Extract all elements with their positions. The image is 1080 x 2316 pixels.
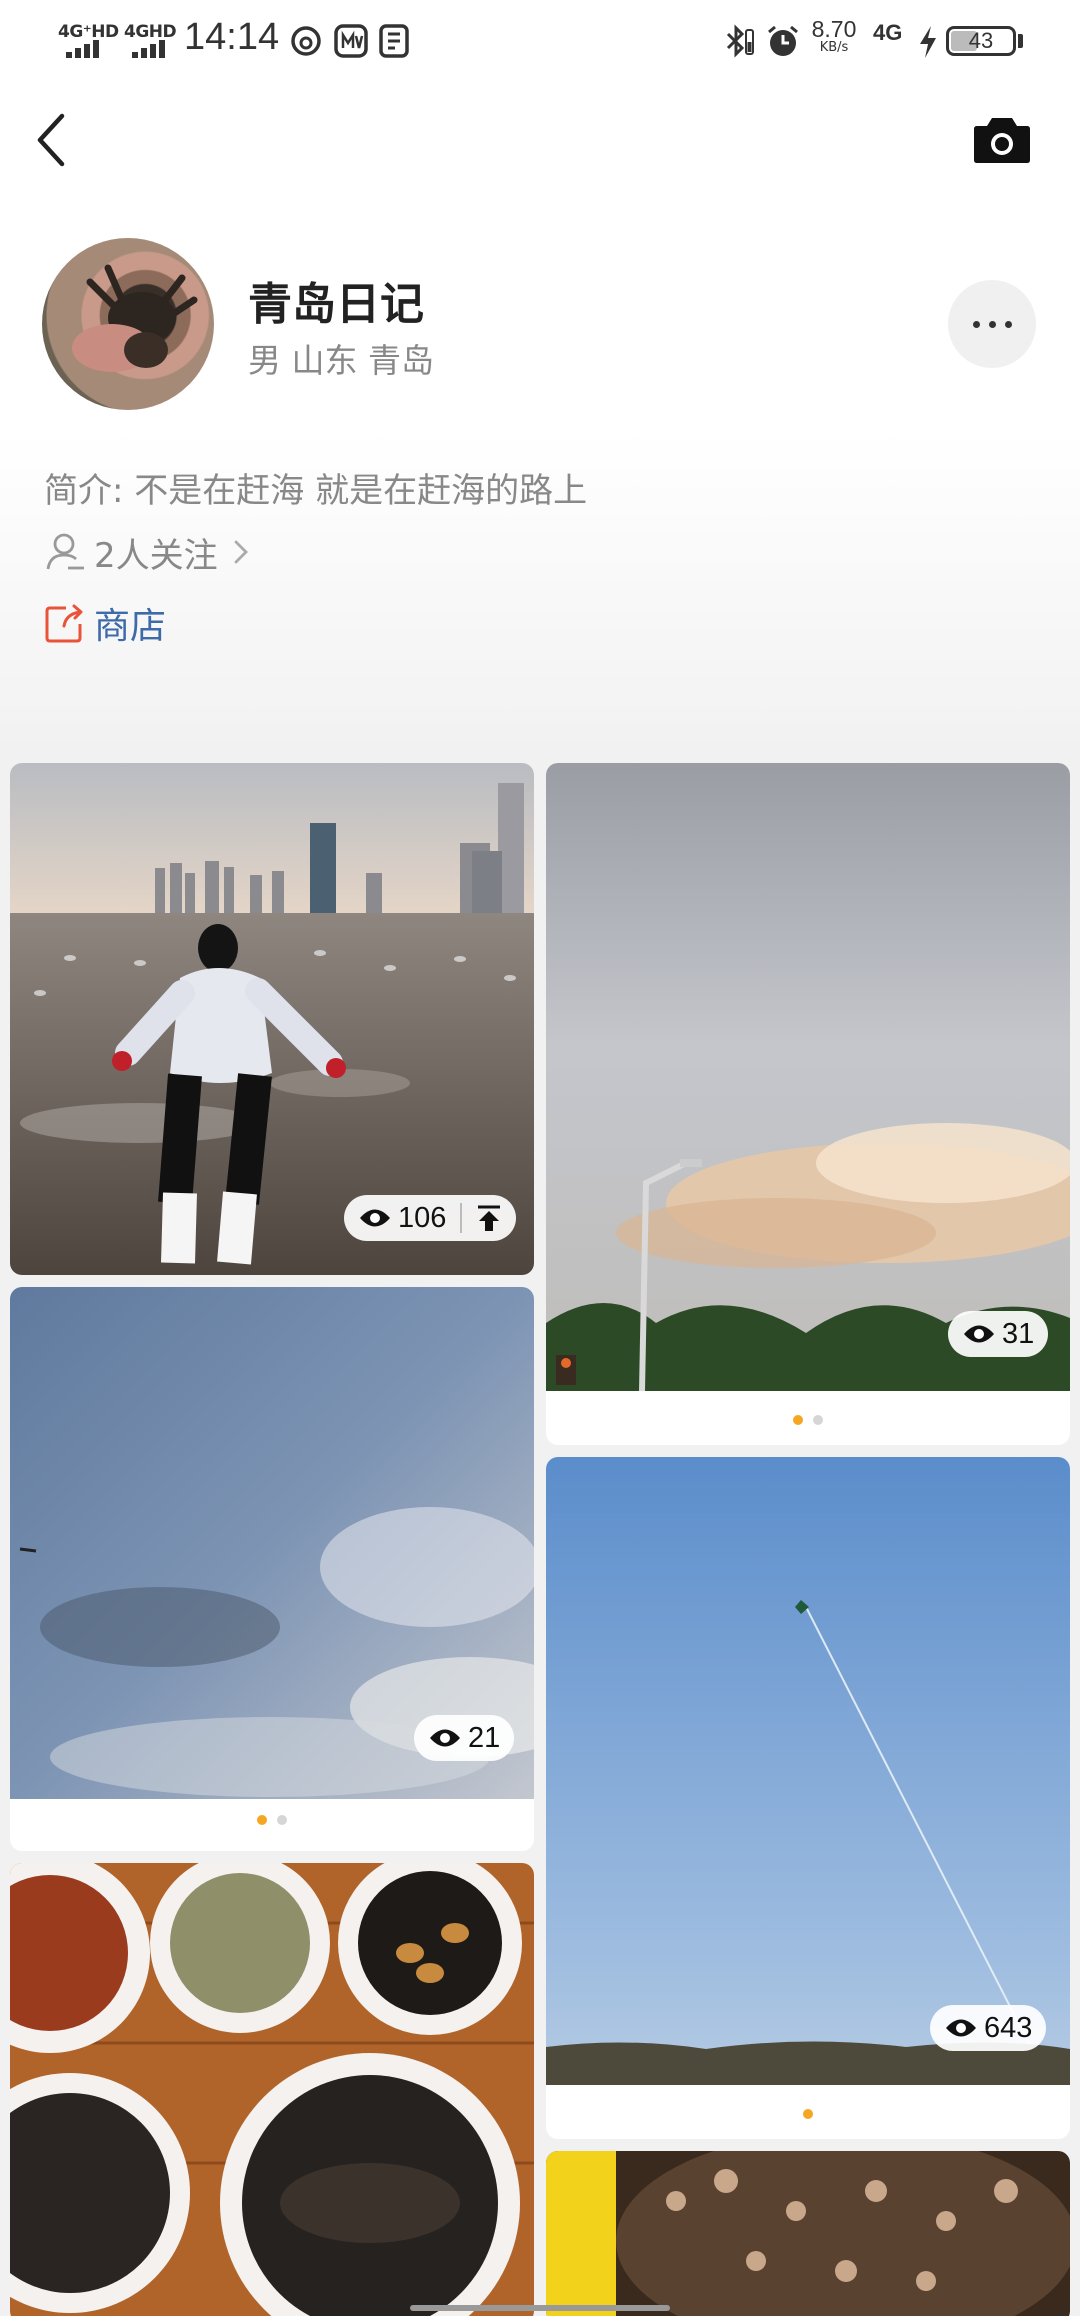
- shop-label: 商店: [94, 606, 167, 647]
- camera-icon: [974, 118, 1030, 163]
- post-card[interactable]: [546, 2151, 1070, 2316]
- post-card[interactable]: [10, 1863, 534, 2316]
- status-bar: 4G⁺HD 4GHD 14:14 8.70 KB/s 4G 43: [0, 0, 1080, 84]
- chevron-right-icon: [234, 540, 248, 564]
- post-card[interactable]: 106: [10, 763, 534, 1275]
- view-count-badge: 643: [930, 2005, 1047, 2051]
- eye-icon: [360, 1209, 390, 1227]
- chevron-left-icon: [37, 113, 65, 167]
- mobile-data-indicator: 4G: [873, 20, 903, 45]
- camera-button[interactable]: [972, 112, 1032, 166]
- shop-share-icon: [45, 604, 83, 643]
- more-dot-icon: [973, 321, 980, 328]
- profile-bio: 简介: 不是在赶海 就是在赶海的路上: [44, 471, 588, 511]
- alarm-icon: [768, 25, 798, 56]
- battery-icon: 43: [946, 26, 1016, 56]
- speed-value: 8.70: [811, 16, 857, 42]
- post-photo: [546, 1457, 1070, 2085]
- following-link[interactable]: 2人关注: [44, 528, 254, 576]
- battery-tip: [1018, 34, 1023, 48]
- post-photo: [10, 1863, 534, 2316]
- view-count: 643: [984, 2011, 1033, 2044]
- eye-icon: [964, 1325, 994, 1343]
- view-count-badge: 21: [414, 1715, 515, 1761]
- more-dot-icon: [989, 321, 996, 328]
- post-card[interactable]: 21: [10, 1287, 534, 1851]
- profile-nickname: 青岛日记: [248, 279, 424, 330]
- view-count: 106: [398, 1201, 447, 1234]
- avatar-crab-image: [72, 264, 198, 372]
- carousel-dots: [546, 1415, 1070, 1425]
- post-card[interactable]: 643: [546, 1457, 1070, 2139]
- carousel-dots: [546, 2109, 1070, 2119]
- sim2-network-label: 4GHD: [124, 22, 177, 42]
- charging-icon: [920, 26, 936, 58]
- signal-sim2-icon: 4GHD: [124, 22, 180, 62]
- post-photo: [546, 2151, 1070, 2316]
- view-count-badge: 31: [948, 1311, 1049, 1357]
- signal-sim1-icon: 4G⁺HD: [58, 22, 119, 62]
- eye-icon: [430, 1729, 460, 1747]
- video-app-icon: [334, 24, 368, 58]
- profile-gender-location: 男 山东 青岛: [248, 341, 434, 380]
- battery-level: 43: [968, 28, 994, 53]
- carousel-dots: [10, 1815, 534, 1825]
- document-app-icon: [379, 24, 409, 58]
- back-button[interactable]: [30, 110, 74, 170]
- status-time: 14:14: [184, 16, 280, 58]
- post-card[interactable]: 31: [546, 763, 1070, 1445]
- view-count-badge: 106: [344, 1195, 517, 1241]
- more-dot-icon: [1005, 321, 1012, 328]
- view-count: 21: [468, 1721, 501, 1754]
- network-speed: 8.70 KB/s: [804, 16, 864, 55]
- avatar[interactable]: [42, 238, 214, 410]
- pin-top-icon: [478, 1205, 501, 1231]
- home-indicator[interactable]: [410, 2305, 670, 2311]
- user-follow-icon: [46, 533, 84, 570]
- view-count: 31: [1002, 1317, 1035, 1350]
- post-photo: [546, 763, 1070, 1391]
- netease-music-icon: [291, 26, 321, 56]
- more-options-button[interactable]: [948, 280, 1036, 368]
- following-count: 2人关注: [94, 535, 218, 576]
- bluetooth-icon: [726, 24, 754, 58]
- eye-icon: [946, 2019, 976, 2037]
- shop-link[interactable]: 商店: [44, 598, 166, 648]
- sim1-network-label: 4G⁺HD: [58, 22, 119, 42]
- speed-unit: KB/s: [819, 40, 849, 55]
